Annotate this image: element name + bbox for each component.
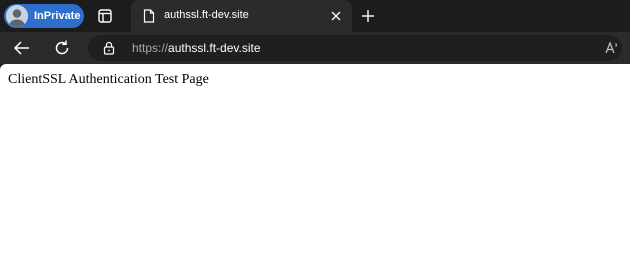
- url-scheme: https://: [132, 41, 169, 55]
- read-aloud-icon[interactable]: [604, 40, 620, 56]
- document-icon: [143, 9, 155, 23]
- page-heading-text: ClientSSL Authentication Test Page: [8, 72, 209, 87]
- inprivate-label: InPrivate: [34, 10, 81, 22]
- new-tab-button[interactable]: [359, 7, 377, 25]
- refresh-icon: [55, 40, 69, 55]
- plus-icon: [362, 10, 374, 22]
- tab-title: authssl.ft-dev.site: [164, 9, 249, 21]
- avatar: [6, 5, 28, 27]
- address-bar[interactable]: https://authssl.ft-dev.site: [88, 35, 622, 61]
- tab-active[interactable]: authssl.ft-dev.site: [131, 0, 352, 32]
- arrow-left-icon: [13, 41, 29, 55]
- toolbar: https://authssl.ft-dev.site: [0, 32, 630, 64]
- page-content: ClientSSL Authentication Test Page: [0, 64, 630, 280]
- tab-actions-icon: [98, 9, 112, 23]
- url-host: authssl.ft-dev.site: [168, 41, 261, 55]
- refresh-button[interactable]: [52, 38, 72, 58]
- profile-icon: [6, 5, 28, 27]
- back-button[interactable]: [12, 38, 32, 58]
- tab-actions-button[interactable]: [96, 7, 114, 25]
- close-icon[interactable]: [330, 10, 342, 22]
- url-text[interactable]: https://authssl.ft-dev.site: [132, 41, 261, 55]
- tab-strip: InPrivate authssl.ft-dev.site: [0, 0, 630, 32]
- browser-window: InPrivate authssl.ft-dev.site https://au…: [0, 0, 630, 280]
- lock-icon[interactable]: [103, 41, 115, 55]
- inprivate-button[interactable]: InPrivate: [4, 4, 84, 28]
